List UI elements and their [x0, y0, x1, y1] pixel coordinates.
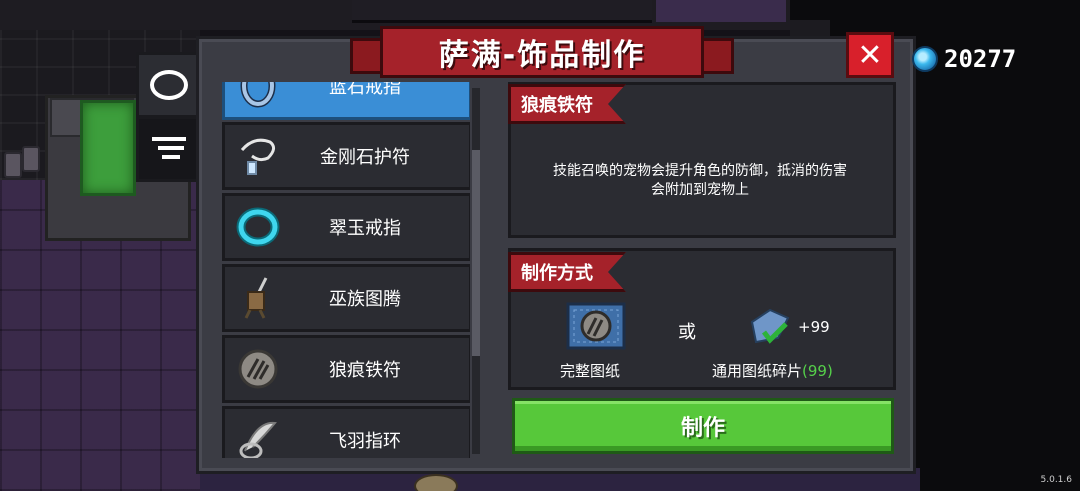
fragment-label: 通用图纸碎片(99)	[712, 360, 833, 381]
list-item[interactable]: 巫族图腾	[222, 264, 470, 332]
top-pillar-purple	[656, 0, 786, 22]
blue-ring-icon	[231, 82, 285, 113]
list-icon	[152, 135, 186, 163]
close-button[interactable]: ✕	[846, 32, 894, 78]
item-list-scrollbar[interactable]	[472, 88, 480, 454]
pot-icon	[22, 146, 40, 172]
page-title: 萨满-饰品制作	[380, 26, 704, 78]
item-label: 蓝石戒指	[329, 82, 401, 98]
gem-amount: 20277	[944, 45, 1017, 73]
recipe-or-text: 或	[678, 322, 696, 343]
list-item[interactable]: 翠玉戒指	[222, 193, 470, 261]
jade-ring-icon	[231, 200, 285, 254]
list-item[interactable]: 蓝石戒指	[222, 82, 470, 120]
gem-counter: 20277	[912, 44, 1016, 74]
fragment-label-text: 通用图纸碎片	[712, 362, 803, 380]
list-item[interactable]: 狼痕铁符	[222, 335, 470, 403]
item-label: 金刚石护符	[320, 147, 410, 168]
barrel-icon	[414, 474, 458, 491]
gem-icon	[912, 46, 938, 72]
item-label: 巫族图腾	[329, 289, 401, 310]
craft-button[interactable]: 制作	[512, 398, 894, 454]
item-label: 翠玉戒指	[329, 218, 401, 239]
totem-icon	[231, 271, 285, 325]
item-label: 狼痕铁符	[329, 360, 401, 381]
fragment-quantity: +99	[798, 318, 830, 336]
accessory-tab[interactable]	[136, 52, 202, 118]
diamond-amulet-icon	[231, 129, 285, 183]
item-label: 飞羽指环	[329, 431, 401, 452]
item-description: 技能召唤的宠物会提升角色的防御，抵消的伤害 会附加到宠物上	[512, 162, 888, 200]
title-banner: 萨满-饰品制作	[350, 26, 734, 84]
ring-icon	[150, 70, 188, 100]
green-slime-cauldron	[80, 100, 136, 196]
version-label: 5.0.1.6	[1040, 475, 1073, 485]
description-line: 技能召唤的宠物会提升角色的防御，抵消的伤害	[553, 163, 847, 179]
feather-ring-icon	[231, 413, 285, 458]
pot-icon	[4, 152, 22, 178]
fragment-owned-count: (99)	[802, 362, 833, 380]
top-pillar	[352, 0, 652, 23]
description-line: 会附加到宠物上	[651, 182, 749, 198]
close-icon: ✕	[857, 37, 883, 73]
blueprint-fragment-icon[interactable]	[748, 308, 792, 348]
item-list[interactable]: 蓝石戒指 金刚石护符 翠玉戒指 巫族图腾 狼痕铁符 飞羽指环	[220, 82, 470, 458]
blueprint-label: 完整图纸	[560, 362, 621, 380]
blueprint-icon[interactable]	[566, 302, 626, 352]
list-item[interactable]: 金刚石护符	[222, 122, 470, 190]
list-item[interactable]: 飞羽指环	[222, 406, 470, 458]
scrollbar-thumb[interactable]	[472, 150, 480, 356]
list-tab[interactable]	[136, 116, 202, 182]
wolf-claw-talisman-icon	[231, 342, 285, 396]
